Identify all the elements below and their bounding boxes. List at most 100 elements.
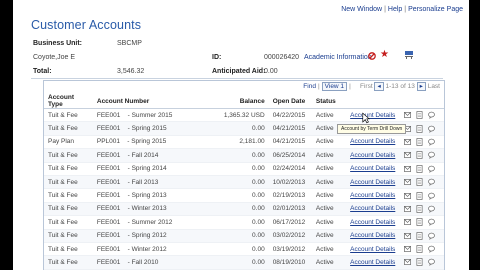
open-date-cell: 06/25/2014 xyxy=(268,148,312,163)
account-number-cell: FEE001 - Summer 2015 xyxy=(92,108,212,123)
account-term: - Winter 2013 xyxy=(127,205,167,213)
comment-icon[interactable] xyxy=(428,111,435,120)
document-icon[interactable] xyxy=(416,138,423,146)
balance-cell: 0.00 xyxy=(211,255,269,270)
balance-currency: USD xyxy=(250,111,265,119)
account-details-link[interactable]: Account Details xyxy=(350,138,395,145)
help-link[interactable]: Help xyxy=(388,6,402,13)
email-icon[interactable] xyxy=(404,178,411,186)
account-number-cell: FEE001 - Fall 2014 xyxy=(92,148,212,163)
shelf-icon[interactable] xyxy=(404,50,414,60)
email-icon[interactable] xyxy=(404,111,411,119)
balance-cell: 0.00 xyxy=(211,175,269,190)
account-details-link[interactable]: Account Details xyxy=(350,165,395,172)
comment-icon[interactable] xyxy=(428,151,435,160)
comment-icon[interactable] xyxy=(428,258,435,267)
account-details-link[interactable]: Account Details xyxy=(350,232,395,239)
open-date-cell: 08/19/2010 xyxy=(268,255,312,270)
account-details-cell: Account Details xyxy=(346,242,400,257)
comment-icon[interactable] xyxy=(428,178,435,187)
document-icon[interactable] xyxy=(416,191,423,200)
find-link[interactable]: Find xyxy=(303,83,316,90)
comment-icon[interactable] xyxy=(428,192,435,200)
star-icon[interactable]: ★ xyxy=(380,50,389,60)
comment-icon[interactable] xyxy=(428,165,435,173)
comment-icon[interactable] xyxy=(428,232,435,240)
comment-icon[interactable] xyxy=(428,125,435,133)
account-details-link[interactable]: Account Details xyxy=(350,192,395,199)
actions-cell xyxy=(400,188,444,203)
email-icon[interactable] xyxy=(404,151,411,159)
column-header-account-type: Account Type xyxy=(44,94,93,109)
balance-cell: 0.00 xyxy=(211,188,269,203)
first-link[interactable]: First xyxy=(360,83,373,90)
view-all-link[interactable]: View 1 xyxy=(321,82,348,91)
account-details-link[interactable]: Account Details xyxy=(350,246,395,253)
tooltip: Account by Term Drill Down xyxy=(337,124,407,134)
account-term: - Spring 2014 xyxy=(127,165,167,173)
comment-icon[interactable] xyxy=(428,245,435,253)
prev-icon[interactable]: ◂ xyxy=(374,82,384,91)
document-icon[interactable] xyxy=(416,111,423,119)
no-entry-icon[interactable] xyxy=(368,52,376,60)
account-code: FEE001 xyxy=(96,245,121,253)
account-details-link[interactable]: Account Details xyxy=(350,219,395,226)
letterbox-right xyxy=(469,0,480,270)
document-icon[interactable] xyxy=(416,218,423,227)
account-details-link[interactable]: Account Details xyxy=(350,179,395,186)
anticipated-aid-value: 0.00 xyxy=(264,68,278,75)
account-details-link[interactable]: Account Details xyxy=(350,205,395,212)
balance-amount: 0.00 xyxy=(252,192,265,200)
comment-icon[interactable] xyxy=(428,138,435,146)
document-icon[interactable] xyxy=(416,245,423,253)
email-icon[interactable] xyxy=(404,165,411,173)
business-unit-label: Business Unit: xyxy=(33,40,83,47)
email-icon[interactable] xyxy=(404,232,411,240)
email-icon[interactable] xyxy=(404,245,411,253)
email-icon[interactable] xyxy=(404,192,411,200)
account-details-cell: Account Details xyxy=(346,175,400,190)
actions-cell xyxy=(400,229,444,243)
academic-information-link[interactable]: Academic Information xyxy=(304,54,372,61)
last-link[interactable]: Last xyxy=(428,83,440,90)
balance-cell: 0.00 xyxy=(211,202,269,217)
document-icon[interactable] xyxy=(416,151,423,160)
account-details-link[interactable]: Account Details xyxy=(350,112,395,119)
account-details-link[interactable]: Account Details xyxy=(350,152,395,159)
account-code: FEE001 xyxy=(96,205,121,213)
personalize-page-link[interactable]: Personalize Page xyxy=(408,6,463,13)
account-code: FEE001 xyxy=(96,125,121,133)
account-details-cell: Account Details xyxy=(346,162,400,176)
comment-icon[interactable] xyxy=(428,218,435,227)
document-icon[interactable] xyxy=(416,205,423,213)
email-icon[interactable] xyxy=(404,205,411,213)
document-icon[interactable] xyxy=(416,164,423,173)
status-cell: Active xyxy=(311,255,347,270)
comment-icon[interactable] xyxy=(428,205,435,213)
account-term: - Summer 2012 xyxy=(127,218,173,226)
account-type-cell: Tuit & Fee xyxy=(44,215,93,230)
open-date-cell: 06/17/2012 xyxy=(268,215,312,230)
document-icon[interactable] xyxy=(416,124,423,133)
account-number-cell: FEE001 - Spring 2015 xyxy=(92,121,212,136)
document-icon[interactable] xyxy=(416,258,423,267)
account-code: FEE001 xyxy=(96,192,121,200)
balance-amount: 2,181.00 xyxy=(239,138,265,146)
total-label: Total: xyxy=(33,68,52,75)
document-icon[interactable] xyxy=(416,231,423,240)
open-date-cell: 02/01/2013 xyxy=(268,202,312,217)
email-icon[interactable] xyxy=(404,138,411,146)
balance-amount: 1,365.32 xyxy=(223,111,250,119)
status-cell: Active xyxy=(311,242,347,257)
next-icon[interactable]: ▸ xyxy=(416,82,426,91)
account-details-cell: Account Details xyxy=(346,108,400,123)
status-cell: Active xyxy=(311,148,347,163)
status-cell: Active xyxy=(311,215,347,230)
email-icon[interactable] xyxy=(404,258,411,266)
account-details-link[interactable]: Account Details xyxy=(350,259,395,266)
table-row: Tuit & Fee FEE001 - Winter 2012 0.00 03/19… xyxy=(44,242,444,257)
table-row: Pay Plan PPL001 - Spring 2015 2,181.00 04/… xyxy=(44,135,444,150)
document-icon[interactable] xyxy=(416,178,423,186)
email-icon[interactable] xyxy=(404,218,411,226)
new-window-link[interactable]: New Window xyxy=(341,6,382,13)
